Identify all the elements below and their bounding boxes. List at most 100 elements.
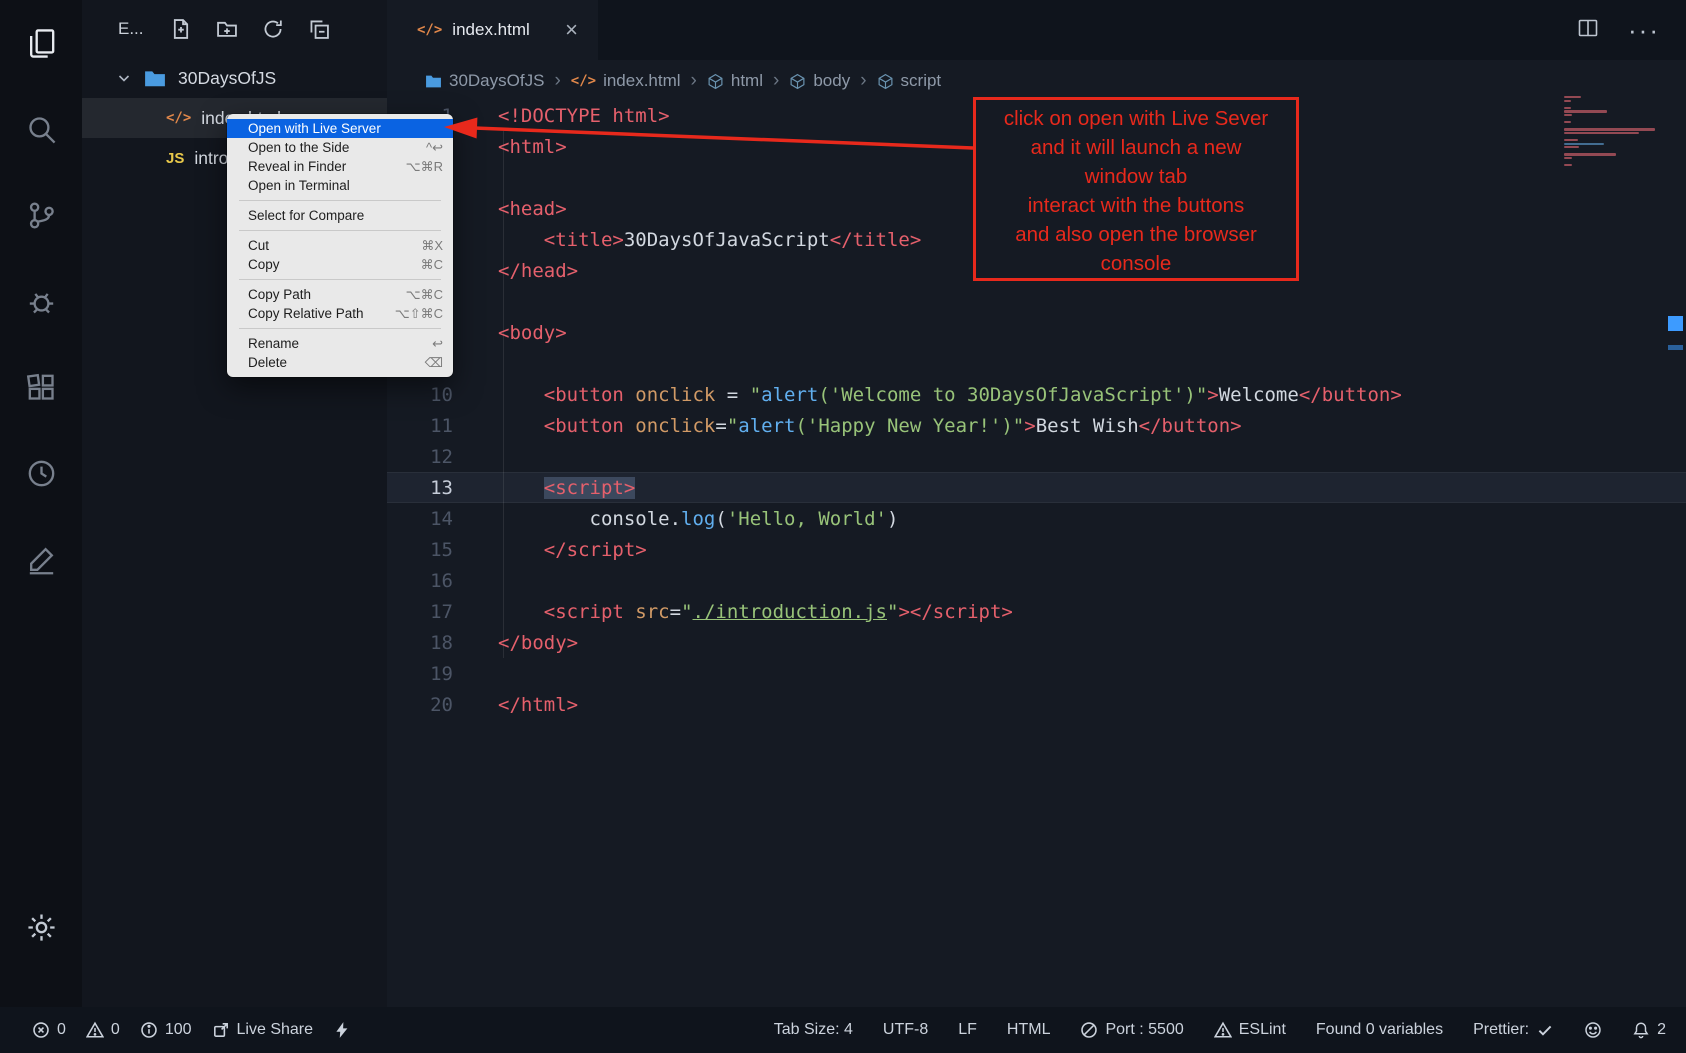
overview-ruler-marker <box>1668 316 1683 331</box>
code-line-19: 19 <box>387 658 1686 689</box>
activity-bar <box>0 0 82 1007</box>
line-number: 12 <box>387 446 473 468</box>
error-icon <box>32 1021 50 1039</box>
code-line-14: 14 console.log('Hello, World') <box>387 503 1686 534</box>
vscode-window: { "glyphs": { "html_icon": "<\/>", "js_i… <box>0 0 1686 1053</box>
code-line-13: 13 <script> <box>387 472 1686 503</box>
minimap[interactable] <box>1564 96 1664 168</box>
line-number: 14 <box>387 508 473 530</box>
menu-separator <box>239 279 441 280</box>
menu-item-open-in-terminal[interactable]: Open in Terminal <box>227 176 453 195</box>
smiley-icon <box>1584 1021 1602 1039</box>
breadcrumb-body[interactable]: body <box>789 71 850 91</box>
breadcrumb-30daysofjs[interactable]: 30DaysOfJS <box>425 71 544 91</box>
breadcrumb-separator: › <box>553 70 561 92</box>
bell-icon <box>1632 1021 1650 1039</box>
breadcrumb-html[interactable]: html <box>707 71 763 91</box>
explorer-icon[interactable] <box>17 19 65 67</box>
menu-item-rename[interactable]: Rename↩ <box>227 334 453 353</box>
status-found-0-variables[interactable]: Found 0 variables <box>1316 1021 1443 1039</box>
menu-item-copy-path[interactable]: Copy Path⌥⌘C <box>227 285 453 304</box>
breadcrumb-separator: › <box>859 70 867 92</box>
breadcrumb-index-html[interactable]: </>index.html <box>571 71 681 91</box>
status-live-share[interactable]: Live Share <box>212 1021 314 1039</box>
menu-item-copy[interactable]: Copy⌘C <box>227 255 453 274</box>
code-line-16: 16 <box>387 565 1686 596</box>
js-file-icon: JS <box>166 150 184 167</box>
tree-item-30daysofjs[interactable]: 30DaysOfJS <box>82 58 387 98</box>
breadcrumb-separator: › <box>690 70 698 92</box>
line-number: 19 <box>387 663 473 685</box>
code-line-11: 11 <button onclick="alert('Happy New Yea… <box>387 410 1686 441</box>
status-port-5500[interactable]: Port : 5500 <box>1080 1021 1183 1039</box>
menu-shortcut: ⌘X <box>421 238 443 254</box>
annotation-line: console <box>976 249 1296 278</box>
status-smiley[interactable] <box>1584 1021 1602 1039</box>
status-bolt[interactable] <box>333 1021 351 1039</box>
menu-item-open-to-the-side[interactable]: Open to the Side^↩ <box>227 138 453 157</box>
line-number: 15 <box>387 539 473 561</box>
refresh-icon[interactable] <box>262 18 284 40</box>
extensions-icon[interactable] <box>17 363 65 411</box>
status-lf[interactable]: LF <box>958 1021 977 1039</box>
code-line-9: 9 <box>387 348 1686 379</box>
chevron-down-icon <box>116 70 132 86</box>
menu-item-select-for-compare[interactable]: Select for Compare <box>227 206 453 225</box>
close-icon[interactable]: × <box>565 19 578 41</box>
status-tab-size-4[interactable]: Tab Size: 4 <box>774 1021 853 1039</box>
html-file-icon: </> <box>571 73 596 89</box>
overview-ruler-marker <box>1668 345 1683 350</box>
annotation-line: and it will launch a new <box>976 133 1296 162</box>
feedback-pen-icon[interactable] <box>17 535 65 583</box>
menu-item-copy-relative-path[interactable]: Copy Relative Path⌥⇧⌘C <box>227 304 453 323</box>
tab-index-html[interactable]: </> index.html × <box>387 0 598 60</box>
status-0[interactable]: 0 <box>86 1021 120 1039</box>
status-100[interactable]: 100 <box>140 1021 192 1039</box>
run-debug-icon[interactable] <box>17 277 65 325</box>
tab-bar: </> index.html × ··· <box>387 0 1686 60</box>
code-line-20: 20</html> <box>387 689 1686 720</box>
tree-item-label: 30DaysOfJS <box>178 68 276 89</box>
annotation-box: click on open with Live Severand it will… <box>973 97 1299 281</box>
menu-item-delete[interactable]: Delete⌫ <box>227 353 453 372</box>
source-control-icon[interactable] <box>17 191 65 239</box>
menu-separator <box>239 230 441 231</box>
menu-shortcut: ⌘C <box>421 257 443 273</box>
new-file-icon[interactable] <box>170 18 192 40</box>
history-circle-icon[interactable] <box>17 449 65 497</box>
status-html[interactable]: HTML <box>1007 1021 1051 1039</box>
breadcrumb: 30DaysOfJS › </>index.html › html › body › scrip… <box>387 60 1686 102</box>
menu-item-cut[interactable]: Cut⌘X <box>227 236 453 255</box>
status-0[interactable]: 0 <box>32 1021 66 1039</box>
line-number: 10 <box>387 384 473 406</box>
check-icon <box>1536 1021 1554 1039</box>
symbol-icon <box>877 73 894 90</box>
menu-item-open-with-live-server[interactable]: Open with Live Server <box>227 119 453 138</box>
menu-shortcut: ^↩ <box>426 140 443 156</box>
breadcrumb-script[interactable]: script <box>877 71 942 91</box>
status-eslint[interactable]: ESLint <box>1214 1021 1286 1039</box>
status-prettier[interactable]: Prettier: <box>1473 1021 1554 1039</box>
search-icon[interactable] <box>17 105 65 153</box>
symbol-icon <box>789 73 806 90</box>
line-number: 17 <box>387 601 473 623</box>
code-line-15: 15 </script> <box>387 534 1686 565</box>
more-actions-icon[interactable]: ··· <box>1628 15 1660 46</box>
menu-shortcut: ⌥⌘R <box>406 159 443 175</box>
split-editor-icon[interactable] <box>1576 16 1600 45</box>
new-folder-icon[interactable] <box>216 18 238 40</box>
collapse-all-icon[interactable] <box>308 18 330 40</box>
status-utf-8[interactable]: UTF-8 <box>883 1021 928 1039</box>
explorer-title: E... <box>118 19 144 39</box>
live-share-icon <box>212 1021 230 1039</box>
settings-gear-icon[interactable] <box>17 903 65 951</box>
code-line-10: 10 <button onclick = "alert('Welcome to … <box>387 379 1686 410</box>
menu-separator <box>239 200 441 201</box>
html-file-icon: </> <box>417 22 442 38</box>
folder-icon <box>425 73 442 90</box>
status-2[interactable]: 2 <box>1632 1021 1666 1039</box>
menu-item-reveal-in-finder[interactable]: Reveal in Finder⌥⌘R <box>227 157 453 176</box>
breadcrumb-separator: › <box>772 70 780 92</box>
line-number: 18 <box>387 632 473 654</box>
symbol-icon <box>707 73 724 90</box>
